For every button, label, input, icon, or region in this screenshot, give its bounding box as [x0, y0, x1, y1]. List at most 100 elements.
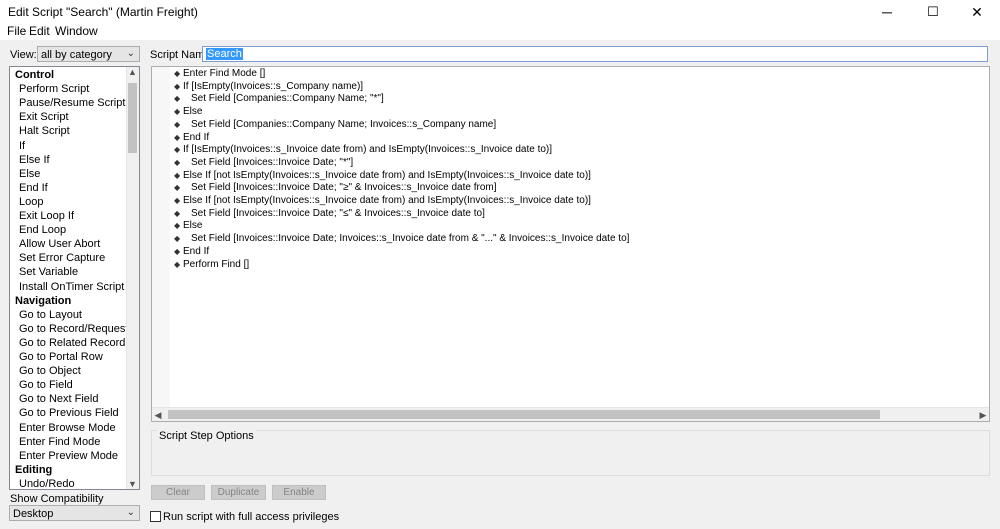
step-item[interactable]: If: [19, 139, 25, 153]
chevron-left-icon[interactable]: ◀: [152, 408, 164, 422]
script-line[interactable]: Else: [183, 220, 202, 232]
step-item[interactable]: Undo/Redo: [19, 477, 75, 489]
script-line[interactable]: Set Field [Invoices::Invoice Date; Invoi…: [191, 233, 629, 245]
horizontal-scrollbar-thumb[interactable]: [168, 410, 880, 419]
diamond-icon[interactable]: ◆: [174, 220, 180, 232]
diamond-icon[interactable]: ◆: [174, 182, 180, 194]
step-category: Editing: [15, 463, 53, 476]
step-item[interactable]: Go to Field: [19, 378, 73, 392]
step-item[interactable]: Enter Browse Mode: [19, 421, 116, 435]
script-editor[interactable]: ◆ Enter Find Mode [] ◆ If [IsEmpty(Invoices…: [151, 66, 990, 422]
script-line[interactable]: Set Field [Invoices::Invoice Date; "*"]: [191, 157, 353, 169]
view-select-value: all by category: [41, 49, 112, 61]
maximize-icon: ☐: [927, 4, 939, 19]
script-line[interactable]: Perform Find []: [183, 259, 249, 271]
diamond-icon[interactable]: ◆: [174, 119, 180, 131]
compatibility-select-value: Desktop: [13, 508, 54, 520]
close-icon: ✕: [971, 3, 983, 20]
diamond-icon[interactable]: ◆: [174, 68, 180, 80]
script-line[interactable]: If [IsEmpty(Invoices::s_Invoice date fro…: [183, 144, 552, 156]
window-title: Edit Script "Search" (Martin Freight): [8, 5, 198, 19]
maximize-button[interactable]: ☐: [910, 0, 956, 24]
script-line[interactable]: End If: [183, 132, 209, 144]
script-line[interactable]: Set Field [Invoices::Invoice Date; "≥" &…: [191, 182, 497, 194]
clear-button[interactable]: Clear: [151, 485, 205, 500]
chevron-down-icon[interactable]: ▼: [127, 479, 138, 489]
diamond-icon[interactable]: ◆: [174, 170, 180, 182]
chevron-right-icon[interactable]: ▶: [977, 408, 989, 422]
chevron-down-icon: ⌄: [126, 507, 135, 518]
step-item[interactable]: Loop: [19, 195, 43, 209]
script-line[interactable]: Enter Find Mode []: [183, 68, 265, 80]
step-item[interactable]: Exit Script: [19, 110, 69, 124]
diamond-icon[interactable]: ◆: [174, 144, 180, 156]
diamond-icon[interactable]: ◆: [174, 246, 180, 258]
menu-file[interactable]: File: [7, 24, 26, 38]
step-item[interactable]: Go to Portal Row: [19, 350, 103, 364]
step-item[interactable]: End If: [19, 181, 48, 195]
step-item[interactable]: Go to Next Field: [19, 392, 98, 406]
script-step-options-panel: Script Step Options: [151, 430, 990, 476]
script-line[interactable]: End If: [183, 246, 209, 258]
chevron-down-icon: ⌄: [126, 48, 135, 59]
enable-button[interactable]: Enable: [272, 485, 326, 500]
close-button[interactable]: ✕: [954, 0, 1000, 24]
script-line[interactable]: If [IsEmpty(Invoices::s_Company name)]: [183, 81, 363, 93]
script-name-input[interactable]: Search: [202, 46, 988, 62]
step-item[interactable]: Go to Record/Request/Page: [19, 322, 139, 336]
script-step-list[interactable]: Control Perform Script Pause/Resume Script…: [9, 66, 140, 490]
step-category: Navigation: [15, 294, 72, 307]
step-item[interactable]: Enter Find Mode: [19, 435, 100, 449]
step-item[interactable]: Go to Previous Field: [19, 406, 119, 420]
minimize-button[interactable]: ─: [864, 0, 910, 24]
scrollbar-thumb[interactable]: [128, 83, 137, 153]
step-item[interactable]: Else: [19, 167, 40, 181]
step-item[interactable]: Go to Object: [19, 364, 81, 378]
script-line[interactable]: Else: [183, 106, 202, 118]
diamond-icon[interactable]: ◆: [174, 259, 180, 271]
step-item[interactable]: Perform Script: [19, 82, 89, 96]
script-line[interactable]: Set Field [Companies::Company Name; Invo…: [191, 119, 496, 131]
diamond-icon[interactable]: ◆: [174, 106, 180, 118]
step-item[interactable]: Allow User Abort: [19, 237, 100, 251]
diamond-icon[interactable]: ◆: [174, 233, 180, 245]
view-select[interactable]: all by category ⌄: [37, 46, 140, 62]
diamond-icon[interactable]: ◆: [174, 81, 180, 93]
script-line[interactable]: Else If [not IsEmpty(Invoices::s_Invoice…: [183, 195, 591, 207]
step-item[interactable]: Set Variable: [19, 265, 78, 279]
show-compatibility-label: Show Compatibility: [10, 493, 104, 505]
horizontal-scrollbar[interactable]: ◀ ▶: [152, 407, 989, 421]
menu-window[interactable]: Window: [55, 24, 98, 38]
script-name-value: Search: [206, 48, 243, 60]
editor-gutter: [152, 67, 170, 408]
step-item[interactable]: Else If: [19, 153, 50, 167]
step-item[interactable]: Go to Layout: [19, 308, 82, 322]
diamond-icon[interactable]: ◆: [174, 208, 180, 220]
step-item[interactable]: End Loop: [19, 223, 66, 237]
script-line[interactable]: Set Field [Invoices::Invoice Date; "≤" &…: [191, 208, 485, 220]
title-bar: Edit Script "Search" (Martin Freight) ─ …: [0, 0, 1000, 24]
compatibility-select[interactable]: Desktop ⌄: [9, 505, 140, 521]
step-item[interactable]: Halt Script: [19, 124, 70, 138]
minimize-icon: ─: [882, 4, 892, 20]
step-item[interactable]: Exit Loop If: [19, 209, 74, 223]
duplicate-button[interactable]: Duplicate: [211, 485, 266, 500]
step-item[interactable]: Set Error Capture: [19, 251, 105, 265]
step-item[interactable]: Go to Related Record: [19, 336, 125, 350]
menu-bar: File Edit Window: [0, 24, 1000, 38]
diamond-icon[interactable]: ◆: [174, 157, 180, 169]
diamond-icon[interactable]: ◆: [174, 195, 180, 207]
step-item[interactable]: Pause/Resume Script: [19, 96, 125, 110]
step-item[interactable]: Enter Preview Mode: [19, 449, 118, 463]
menu-edit[interactable]: Edit: [29, 24, 50, 38]
script-line[interactable]: Set Field [Companies::Company Name; "*"]: [191, 93, 384, 105]
full-access-checkbox[interactable]: [150, 511, 161, 522]
diamond-icon[interactable]: ◆: [174, 132, 180, 144]
script-step-options-label: Script Step Options: [157, 430, 256, 442]
step-list-scrollbar[interactable]: ▲ ▼: [126, 67, 139, 489]
chevron-up-icon[interactable]: ▲: [127, 67, 138, 77]
step-item[interactable]: Install OnTimer Script: [19, 280, 124, 294]
script-line[interactable]: Else If [not IsEmpty(Invoices::s_Invoice…: [183, 170, 591, 182]
diamond-icon[interactable]: ◆: [174, 93, 180, 105]
step-category: Control: [15, 69, 55, 81]
